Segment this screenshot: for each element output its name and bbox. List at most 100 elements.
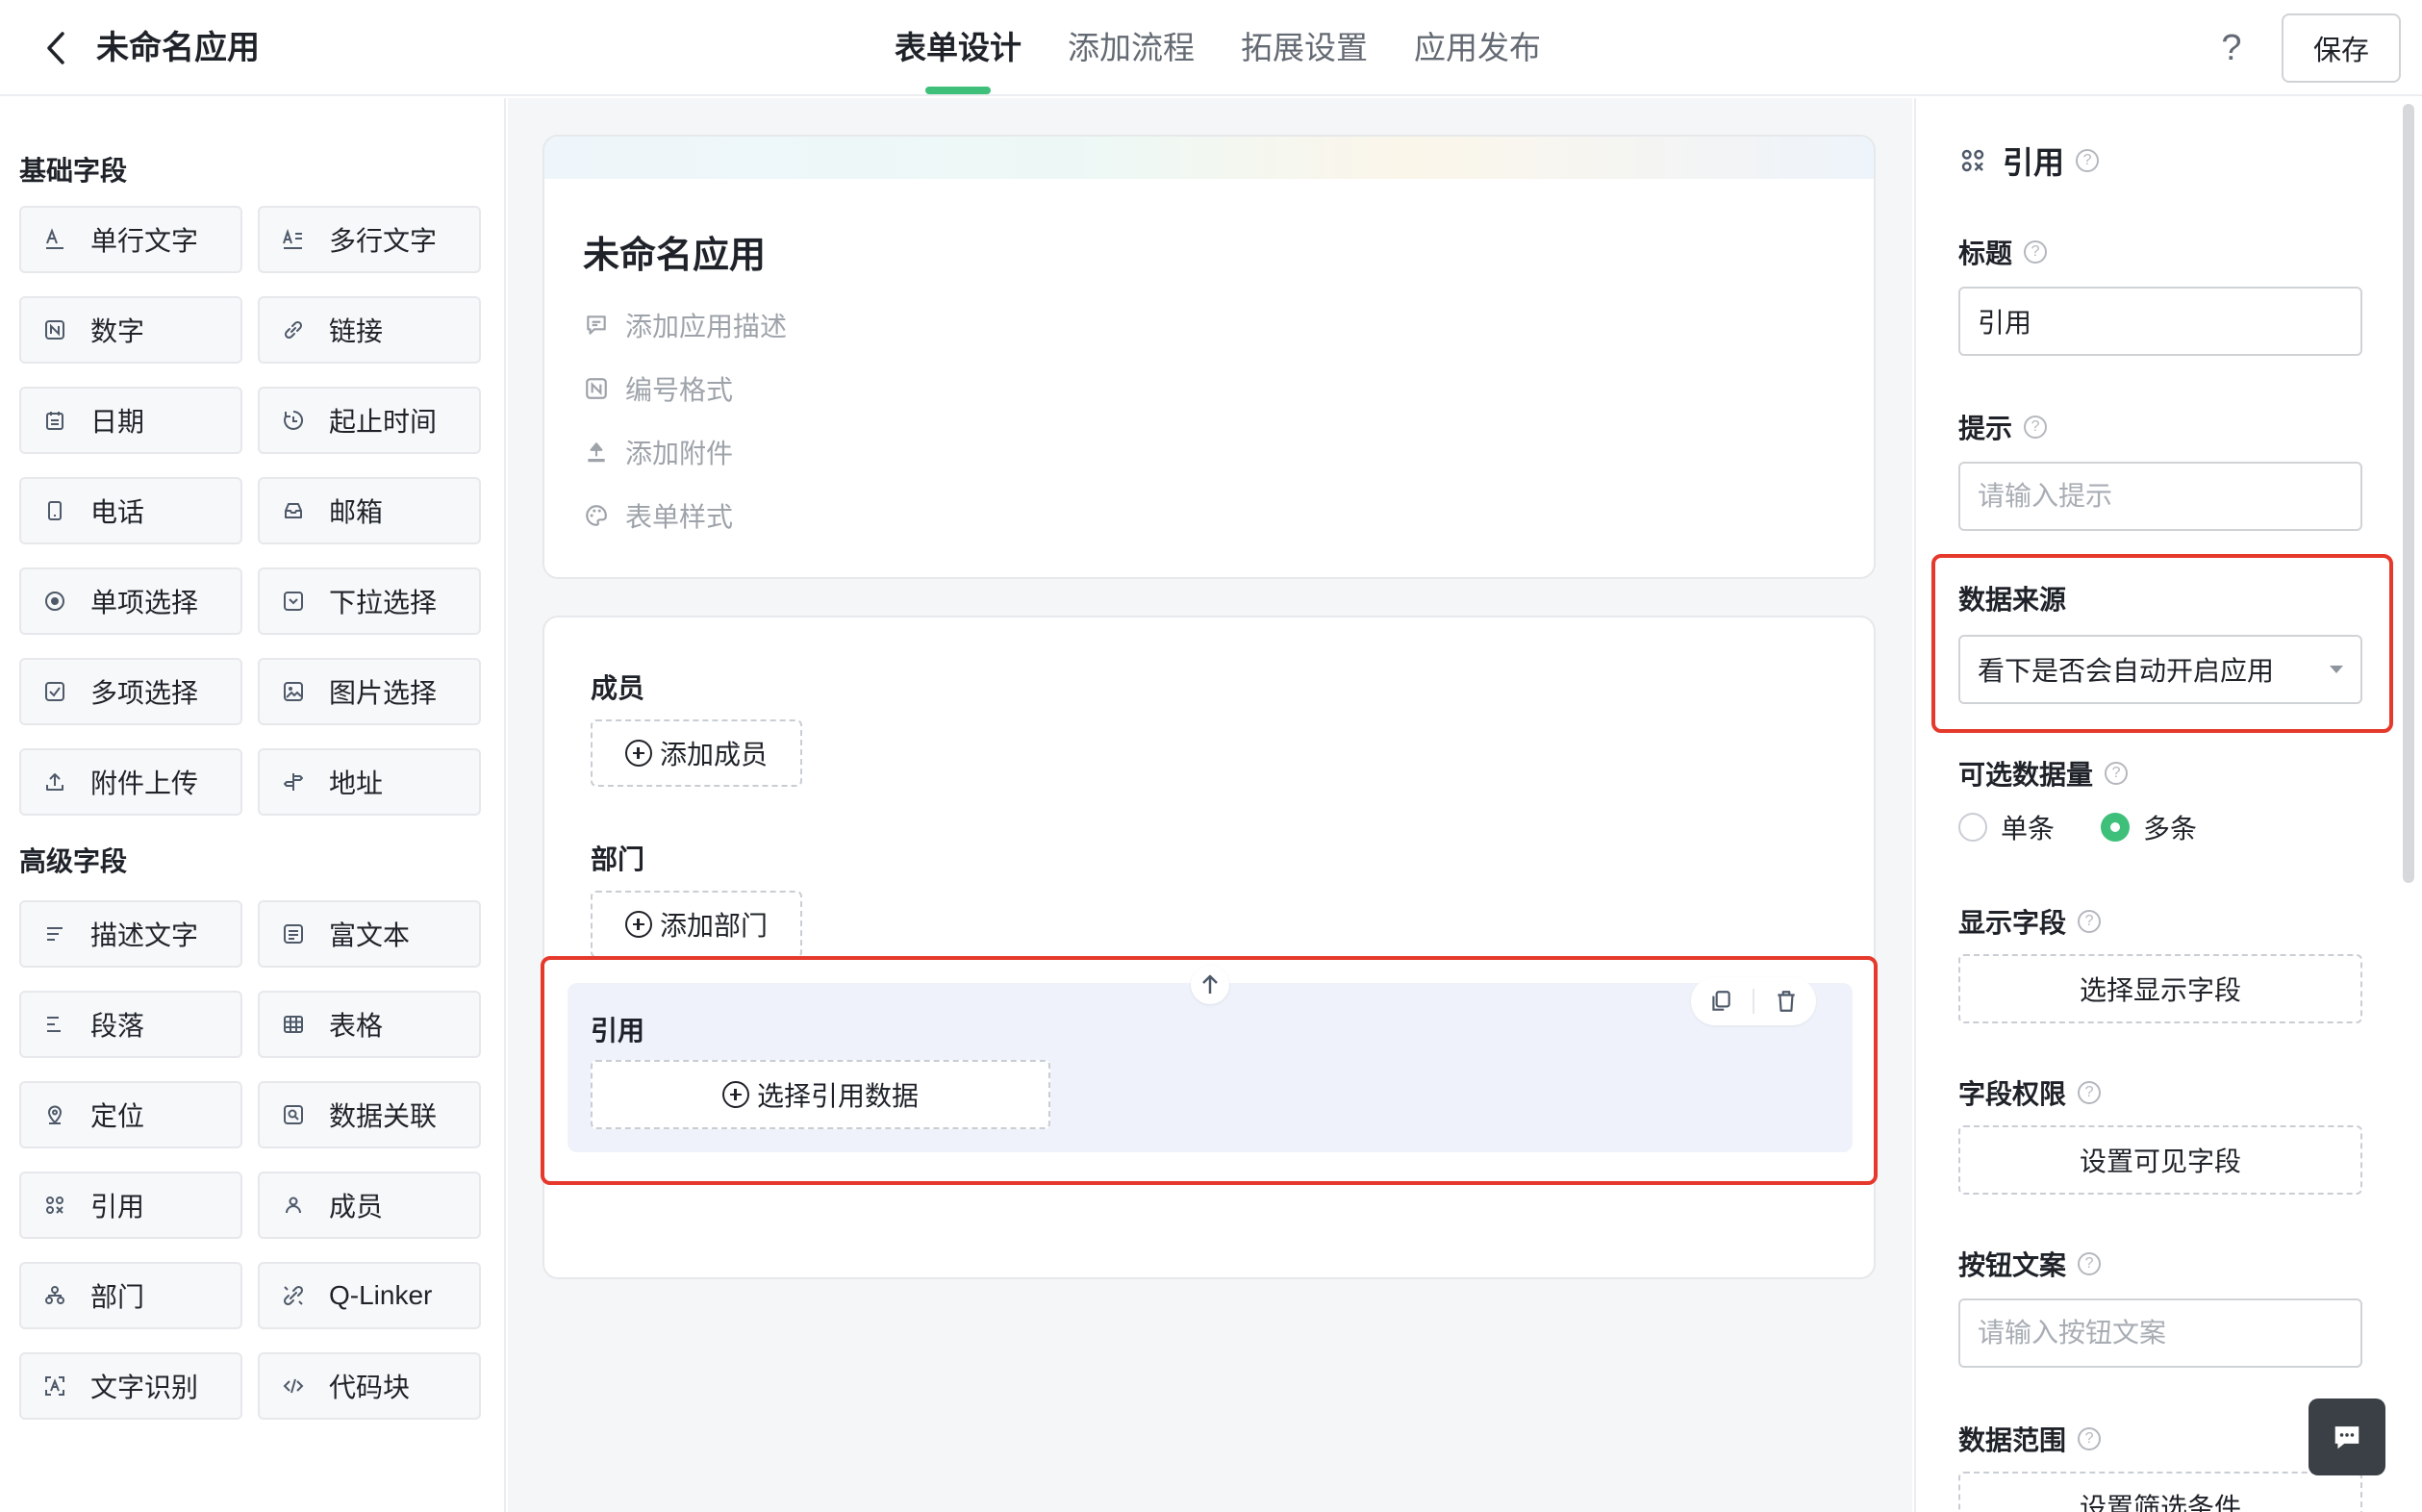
- set-filter-button[interactable]: 设置筛选条件: [1958, 1472, 2362, 1512]
- field-department[interactable]: 部门: [19, 1262, 242, 1329]
- tab-extension-settings[interactable]: 拓展设置: [1241, 25, 1368, 71]
- button-label: 添加部门: [659, 911, 768, 941]
- field-label: 段落: [90, 1011, 145, 1041]
- label-text: 提示: [1958, 414, 2013, 443]
- field-ocr[interactable]: 文字识别: [19, 1352, 242, 1420]
- button-text-input[interactable]: [1958, 1298, 2362, 1368]
- tab-add-flow[interactable]: 添加流程: [1068, 25, 1195, 71]
- reference-icon: [1961, 149, 1984, 172]
- field-label: 多行文字: [329, 226, 438, 256]
- field-rich-text[interactable]: 富文本: [258, 900, 481, 968]
- help-icon[interactable]: ?: [2212, 25, 2251, 71]
- tab-app-publish[interactable]: 应用发布: [1414, 25, 1541, 71]
- advanced-fields-title: 高级字段: [19, 846, 128, 876]
- chat-icon: [2334, 1426, 2359, 1449]
- label-text: 标题: [1958, 239, 2013, 268]
- field-q-linker[interactable]: Q-Linker: [258, 1262, 481, 1329]
- field-phone[interactable]: 电话: [19, 477, 242, 544]
- field-code-block[interactable]: 代码块: [258, 1352, 481, 1420]
- form-banner: [544, 137, 1874, 179]
- field-label: 附件上传: [90, 769, 199, 798]
- add-description[interactable]: 添加应用描述: [583, 306, 787, 344]
- field-mailbox[interactable]: 邮箱: [258, 477, 481, 544]
- help-circle-icon[interactable]: ?: [2105, 762, 2129, 785]
- quantity-radio-group: 单条 多条: [1958, 808, 2243, 846]
- field-label: 单行文字: [90, 226, 199, 256]
- tab-form-design[interactable]: 表单设计: [895, 25, 1022, 94]
- field-label: 文字识别: [90, 1373, 199, 1402]
- data-source-select[interactable]: 看下是否会自动开启应用: [1958, 635, 2362, 704]
- dropdown-icon: [279, 587, 308, 616]
- radio-single[interactable]: 单条: [1958, 808, 2055, 846]
- radio-label: 单条: [2001, 814, 2056, 844]
- set-visible-fields-button[interactable]: 设置可见字段: [1958, 1125, 2362, 1195]
- caret-down-icon: [2330, 666, 2343, 673]
- field-number[interactable]: 数字: [19, 296, 242, 364]
- field-paragraph[interactable]: 段落: [19, 991, 242, 1058]
- field-data-link[interactable]: 数据关联: [258, 1081, 481, 1148]
- add-attachment[interactable]: 添加附件: [583, 433, 733, 471]
- properties-scrollbar[interactable]: [2403, 104, 2414, 883]
- field-image-choice[interactable]: 图片选择: [258, 658, 481, 725]
- field-label: 部门: [90, 1282, 145, 1312]
- save-button[interactable]: 保存: [2282, 13, 2401, 83]
- field-member[interactable]: 成员: [258, 1172, 481, 1239]
- rich-text-icon: [279, 920, 308, 948]
- hint-input[interactable]: [1958, 462, 2362, 531]
- field-label: 代码块: [329, 1373, 411, 1402]
- button-label: 添加成员: [659, 740, 768, 769]
- help-circle-icon[interactable]: ?: [2024, 416, 2048, 439]
- reference-icon: [40, 1191, 69, 1220]
- form-style[interactable]: 表单样式: [583, 496, 733, 535]
- chat-button[interactable]: [2308, 1399, 2385, 1475]
- hint-label: 提示 ?: [1958, 408, 2048, 446]
- mailbox-icon: [279, 496, 308, 525]
- form-canvas: 未命名应用 添加应用描述 编号格式 添加附件 表单样式 成员 添加成员 部门 添…: [508, 98, 1912, 1512]
- field-label: 数据关联: [329, 1101, 438, 1131]
- field-multi-choice[interactable]: 多项选择: [19, 658, 242, 725]
- meta-label: 添加附件: [625, 439, 734, 468]
- field-label: 邮箱: [329, 497, 384, 527]
- field-reference[interactable]: 引用: [19, 1172, 242, 1239]
- department-field-label: 部门: [591, 844, 645, 874]
- meta-label: 表单样式: [625, 502, 734, 532]
- form-title[interactable]: 未命名应用: [583, 225, 766, 278]
- help-circle-icon[interactable]: ?: [2076, 149, 2100, 172]
- field-address[interactable]: 地址: [258, 748, 481, 816]
- help-circle-icon[interactable]: ?: [2078, 1427, 2102, 1450]
- calendar-icon: [40, 406, 69, 435]
- data-link-icon: [279, 1100, 308, 1129]
- field-multi-line-text[interactable]: 多行文字: [258, 206, 481, 273]
- field-table[interactable]: 表格: [258, 991, 481, 1058]
- add-member-button[interactable]: 添加成员: [591, 719, 802, 787]
- single-line-text-icon: [40, 225, 69, 254]
- field-single-line-text[interactable]: 单行文字: [19, 206, 242, 273]
- button-text-label: 按钮文案 ?: [1958, 1245, 2102, 1283]
- member-field-label: 成员: [591, 673, 645, 703]
- field-link[interactable]: 链接: [258, 296, 481, 364]
- back-button[interactable]: [37, 27, 75, 69]
- help-circle-icon[interactable]: ?: [2078, 910, 2102, 933]
- field-dropdown[interactable]: 下拉选择: [258, 567, 481, 635]
- field-description-text[interactable]: 描述文字: [19, 900, 242, 968]
- field-time-range[interactable]: 起止时间: [258, 387, 481, 454]
- number-format[interactable]: 编号格式: [583, 369, 733, 408]
- member-icon: [279, 1191, 308, 1220]
- select-display-fields-button[interactable]: 选择显示字段: [1958, 954, 2362, 1023]
- help-circle-icon[interactable]: ?: [2078, 1252, 2102, 1275]
- field-date[interactable]: 日期: [19, 387, 242, 454]
- field-attachment-upload[interactable]: 附件上传: [19, 748, 242, 816]
- radio-multiple[interactable]: 多条: [2101, 808, 2197, 846]
- help-circle-icon[interactable]: ?: [2024, 240, 2048, 264]
- properties-title-text: 引用: [2003, 145, 2065, 180]
- field-label: 定位: [90, 1101, 145, 1131]
- add-department-button[interactable]: 添加部门: [591, 891, 802, 958]
- help-circle-icon[interactable]: ?: [2078, 1081, 2102, 1104]
- field-label: 富文本: [329, 920, 411, 950]
- label-text: 按钮文案: [1958, 1250, 2067, 1280]
- title-input[interactable]: [1958, 287, 2362, 356]
- form-header-card: 未命名应用 添加应用描述 编号格式 添加附件 表单样式: [542, 135, 1876, 579]
- data-range-label: 数据范围 ?: [1958, 1420, 2102, 1458]
- field-location[interactable]: 定位: [19, 1081, 242, 1148]
- field-single-choice[interactable]: 单项选择: [19, 567, 242, 635]
